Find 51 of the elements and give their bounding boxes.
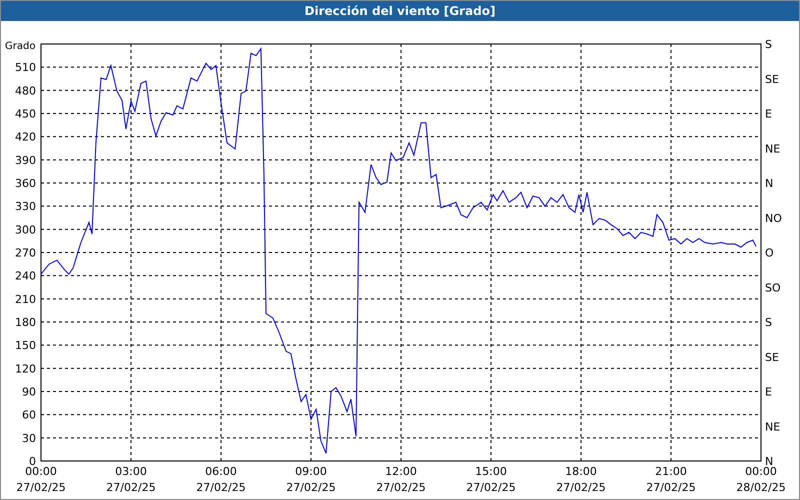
compass-tick-label: N bbox=[765, 455, 774, 468]
y-tick-label: 450 bbox=[15, 108, 36, 120]
compass-tick-label: E bbox=[765, 386, 772, 398]
x-tick-label: 00:00 bbox=[25, 465, 57, 478]
y-axis-label: Grado bbox=[5, 41, 36, 52]
y-tick-label: 60 bbox=[22, 408, 36, 422]
compass-tick-label: S bbox=[765, 316, 772, 329]
y-tick-label: 360 bbox=[15, 177, 36, 190]
y-tick-label: 420 bbox=[15, 130, 36, 144]
y-tick-label: 330 bbox=[15, 200, 36, 214]
compass-tick-label: SE bbox=[765, 350, 779, 364]
compass-tick-label: NE bbox=[765, 420, 780, 434]
x-tick-label: 06:00 bbox=[205, 465, 237, 478]
y-tick-label: 30 bbox=[22, 432, 36, 445]
date-label: 28/02/25 bbox=[736, 481, 786, 494]
x-tick-label: 00:00 bbox=[745, 465, 777, 478]
y-tick-label: 0 bbox=[29, 455, 36, 468]
y-tick-label: 480 bbox=[15, 84, 36, 98]
x-tick-label: 15:00 bbox=[475, 465, 507, 478]
y-tick-label: 180 bbox=[15, 316, 36, 329]
x-tick-label: 03:00 bbox=[115, 465, 147, 478]
date-label: 27/02/25 bbox=[466, 481, 516, 494]
x-tick-label: 12:00 bbox=[385, 465, 417, 478]
compass-tick-label: SO bbox=[765, 281, 781, 294]
date-label: 27/02/25 bbox=[286, 481, 336, 494]
date-label: 27/02/25 bbox=[16, 481, 66, 494]
compass-tick-label: N bbox=[765, 177, 774, 190]
y-tick-label: 390 bbox=[15, 154, 36, 167]
y-tick-label: 510 bbox=[15, 61, 36, 74]
chart-title: Dirección del viento [Grado] bbox=[1, 1, 799, 21]
y-tick-label: 300 bbox=[15, 223, 36, 236]
y-tick-label: 150 bbox=[15, 339, 36, 352]
date-label: 27/02/25 bbox=[106, 481, 156, 494]
y-tick-label: 210 bbox=[15, 292, 36, 306]
date-label: 27/02/25 bbox=[196, 481, 246, 494]
date-label: 27/02/25 bbox=[556, 481, 606, 494]
compass-tick-label: O bbox=[765, 246, 774, 260]
x-tick-label: 21:00 bbox=[655, 465, 687, 478]
y-tick-label: 90 bbox=[22, 386, 36, 398]
compass-tick-label: E bbox=[765, 108, 772, 120]
y-tick-label: 270 bbox=[15, 246, 36, 260]
compass-tick-label: S bbox=[765, 38, 772, 51]
y-tick-label: 240 bbox=[15, 270, 36, 283]
y-tick-label: 120 bbox=[15, 362, 36, 376]
compass-tick-label: SE bbox=[765, 72, 779, 86]
x-tick-label: 09:00 bbox=[295, 465, 327, 478]
date-label: 27/02/25 bbox=[646, 481, 696, 494]
compass-tick-label: NE bbox=[765, 142, 780, 156]
x-tick-label: 18:00 bbox=[565, 465, 597, 478]
date-label: 27/02/25 bbox=[376, 481, 426, 494]
compass-tick-label: NO bbox=[765, 212, 782, 225]
